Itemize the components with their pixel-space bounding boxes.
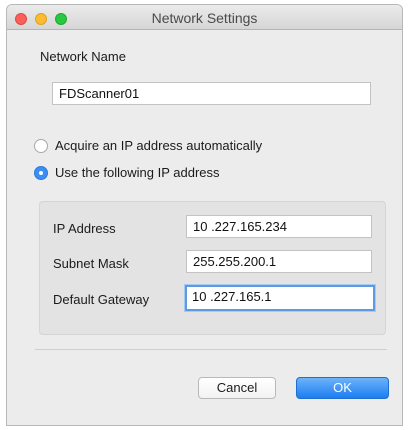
ok-button[interactable]: OK — [296, 377, 389, 399]
separator — [35, 349, 387, 350]
default-gateway-label: Default Gateway — [53, 292, 150, 307]
ip-address-field[interactable]: 10 .227.165.234 — [186, 215, 372, 238]
radio-use-following-ip-label[interactable]: Use the following IP address — [55, 165, 220, 180]
radio-use-following-ip[interactable] — [34, 166, 48, 180]
radio-acquire-automatically[interactable] — [34, 139, 48, 153]
network-name-field[interactable]: FDScanner01 — [52, 82, 371, 105]
cancel-button[interactable]: Cancel — [198, 377, 276, 399]
window-title: Network Settings — [151, 10, 258, 26]
title-bar[interactable]: Network Settings — [7, 5, 402, 30]
ip-address-label: IP Address — [53, 221, 116, 236]
radio-acquire-automatically-label[interactable]: Acquire an IP address automatically — [55, 138, 262, 153]
subnet-mask-field[interactable]: 255.255.200.1 — [186, 250, 372, 273]
network-name-label: Network Name — [40, 49, 126, 64]
subnet-mask-label: Subnet Mask — [53, 256, 129, 271]
network-settings-window: Network Settings Network Name FDScanner0… — [6, 4, 403, 426]
default-gateway-field[interactable]: 10 .227.165.1 — [185, 285, 375, 311]
